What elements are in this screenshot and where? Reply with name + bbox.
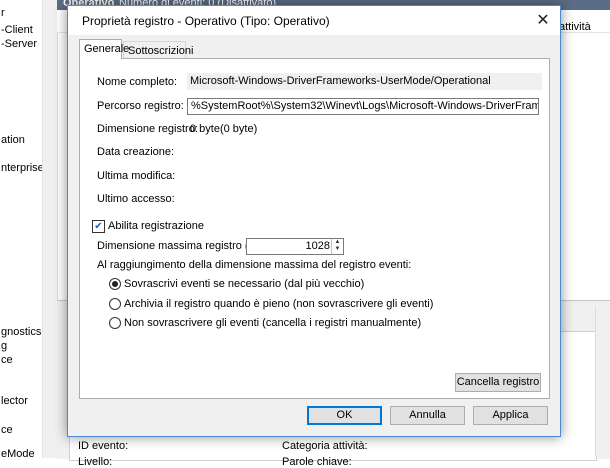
ok-button[interactable]: OK <box>307 406 382 425</box>
tree-item[interactable]: ation <box>1 134 25 146</box>
close-icon[interactable]: ✕ <box>526 6 560 35</box>
policy-option-label[interactable]: Archivia il registro quando è pieno (non… <box>124 298 433 310</box>
tree-item[interactable]: eMode <box>1 448 35 458</box>
size-value: 0 byte(0 byte) <box>190 123 258 135</box>
column-header[interactable]: attività <box>559 21 591 33</box>
max-size-value[interactable]: 1028 <box>306 240 330 252</box>
tree-item[interactable]: lector <box>1 395 28 407</box>
max-size-label: Dimensione massima registro (KB): <box>97 240 270 252</box>
dialog-titlebar[interactable]: Proprietà registro - Operativo (Tipo: Op… <box>68 6 560 35</box>
path-field[interactable]: %SystemRoot%\System32\Winevt\Logs\Micros… <box>187 98 539 115</box>
clear-log-button[interactable]: Cancella registro <box>455 373 541 392</box>
policy-radio-overwrite[interactable] <box>109 278 121 290</box>
max-size-stepper[interactable]: 1028 ▲ ▼ <box>246 238 344 255</box>
cancel-button[interactable]: Annulla <box>390 406 465 425</box>
apply-button[interactable]: Applica <box>473 406 548 425</box>
log-properties-dialog: Proprietà registro - Operativo (Tipo: Op… <box>67 5 561 437</box>
radio-selected-dot <box>112 281 118 287</box>
tree-item[interactable]: ce <box>1 424 13 436</box>
dialog-title: Proprietà registro - Operativo (Tipo: Op… <box>82 14 330 28</box>
policy-radio-archive[interactable] <box>109 298 121 310</box>
tab-generale[interactable]: Generale <box>79 39 129 59</box>
full-name-label: Nome completo: <box>97 76 178 88</box>
tree-item[interactable]: -Client <box>1 24 33 36</box>
detail-scrollbar[interactable] <box>595 306 610 456</box>
path-label: Percorso registro: <box>97 100 184 112</box>
tree-item[interactable]: ce <box>1 354 13 366</box>
chevron-down-icon[interactable]: ▼ <box>332 246 343 253</box>
policy-radio-manual[interactable] <box>109 317 121 329</box>
enable-logging-checkbox[interactable]: ✔ <box>92 220 105 233</box>
full-name-value: Microsoft-Windows-DriverFrameworks-UserM… <box>187 73 542 90</box>
detail-label: ID evento: <box>78 440 129 452</box>
tree-item[interactable]: r <box>1 7 5 19</box>
accessed-label: Ultimo accesso: <box>97 193 175 205</box>
created-label: Data creazione: <box>97 146 175 158</box>
chevron-up-icon[interactable]: ▲ <box>332 239 343 246</box>
policy-option-label[interactable]: Sovrascrivi eventi se necessario (dal pi… <box>124 278 364 290</box>
modified-label: Ultima modifica: <box>97 170 176 182</box>
tree-scrollbar[interactable] <box>42 0 57 458</box>
enable-logging-label[interactable]: Abilita registrazione <box>108 220 204 232</box>
policy-option-label[interactable]: Non sovrascrivere gli eventi (cancella i… <box>124 317 421 329</box>
tab-sottoscrizioni[interactable]: Sottoscrizioni <box>123 41 193 59</box>
stepper-buttons[interactable]: ▲ ▼ <box>331 239 343 254</box>
detail-label: Categoria attività: <box>282 440 368 452</box>
size-label: Dimensione registro: <box>97 123 198 135</box>
general-tab-panel: Nome completo: Microsoft-Windows-DriverF… <box>79 58 550 399</box>
policy-heading: Al raggiungimento della dimensione massi… <box>97 259 412 271</box>
tree-item[interactable]: g <box>1 340 7 352</box>
tree-item[interactable]: -Server <box>1 38 37 50</box>
